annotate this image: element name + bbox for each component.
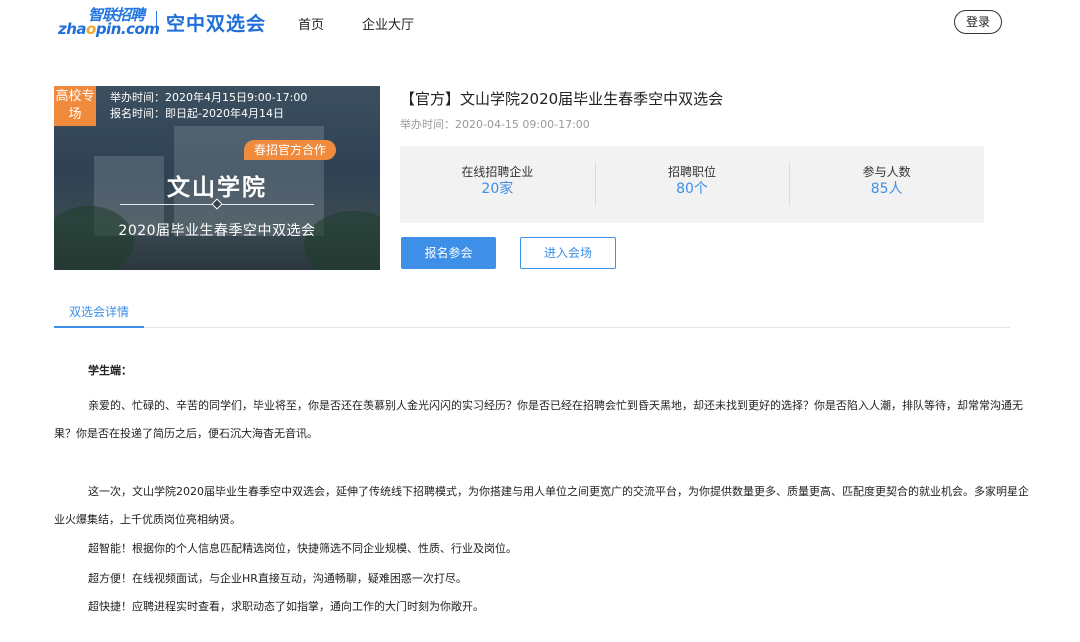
login-button[interactable]: 登录: [954, 10, 1002, 34]
event-banner-image: 高校专场 举办时间：2020年4月15日9:00-17:00 报名时间：即日起-…: [54, 86, 380, 270]
stat-companies: 在线招聘企业 20家: [400, 146, 595, 223]
detail-tabs: 双选会详情: [54, 296, 1010, 328]
campus-special-tag: 高校专场: [54, 86, 96, 126]
zhaopin-brand-mark: 智联招聘 zhaopin.com: [58, 4, 160, 40]
banner-hold-time: 举办时间：2020年4月15日9:00-17:00: [110, 91, 308, 104]
feature-line: 超快捷！应聘进程实时查看，求职动态了如指掌，通向工作的大门时刻为你敞开。: [88, 600, 484, 613]
stat-label: 招聘职位: [668, 165, 717, 179]
stat-value: 85人: [870, 181, 903, 197]
official-partner-badge: 春招官方合作: [244, 140, 337, 160]
feature-line: 超方便！在线视频面试，与企业HR直接互动，沟通畅聊，疑难困惑一次打尽。: [88, 572, 467, 585]
logo-product-title: 空中双选会: [166, 12, 267, 35]
stat-value: 20家: [481, 181, 514, 197]
event-time: 举办时间：2020-04-15 09:00-17:00: [400, 118, 590, 131]
banner-subtitle: 2020届毕业生春季空中双选会: [118, 223, 316, 239]
stat-value: 80个: [676, 181, 708, 197]
banner-time-info: 举办时间：2020年4月15日9:00-17:00 报名时间：即日起-2020年…: [110, 90, 307, 122]
brand-domain: zhaopin.com: [58, 20, 160, 38]
event-stats-panel: 在线招聘企业 20家 招聘职位 80个 参与人数 85人: [400, 146, 984, 223]
register-button[interactable]: 报名参会: [401, 237, 496, 269]
banner-school-name: 文山学院: [167, 175, 267, 201]
event-title: 【官方】文山学院2020届毕业生春季空中双选会: [400, 90, 724, 108]
zhaopin-logo[interactable]: 智联招聘 zhaopin.com 空中双选会: [58, 4, 266, 40]
stat-label: 在线招聘企业: [461, 165, 534, 179]
banner-register-time: 报名时间：即日起-2020年4月14日: [110, 107, 284, 120]
stat-participants: 参与人数 85人: [789, 146, 984, 223]
nav-home-link[interactable]: 首页: [298, 14, 324, 33]
description-paragraph: 亲爱的、忙碌的、辛苦的同学们，毕业将至，你是否还在羡慕别人金光闪闪的实习经历？你…: [54, 399, 1023, 440]
stat-positions: 招聘职位 80个: [594, 146, 790, 223]
nav-company-hall-link[interactable]: 企业大厅: [362, 14, 414, 33]
feature-line: 超智能！根据你的个人信息匹配精选岗位，快捷筛选不同企业规模、性质、行业及岗位。: [88, 542, 517, 555]
description-paragraph: 这一次，文山学院2020届毕业生春季空中双选会，延伸了传统线下招聘模式，为你搭建…: [54, 485, 1029, 526]
stat-label: 参与人数: [862, 165, 911, 179]
tab-event-details[interactable]: 双选会详情: [54, 303, 144, 328]
top-header: 智联招聘 zhaopin.com 空中双选会 首页 企业大厅 登录: [0, 0, 1080, 46]
section-heading: 学生端：: [88, 364, 132, 377]
enter-venue-button[interactable]: 进入会场: [520, 237, 616, 269]
